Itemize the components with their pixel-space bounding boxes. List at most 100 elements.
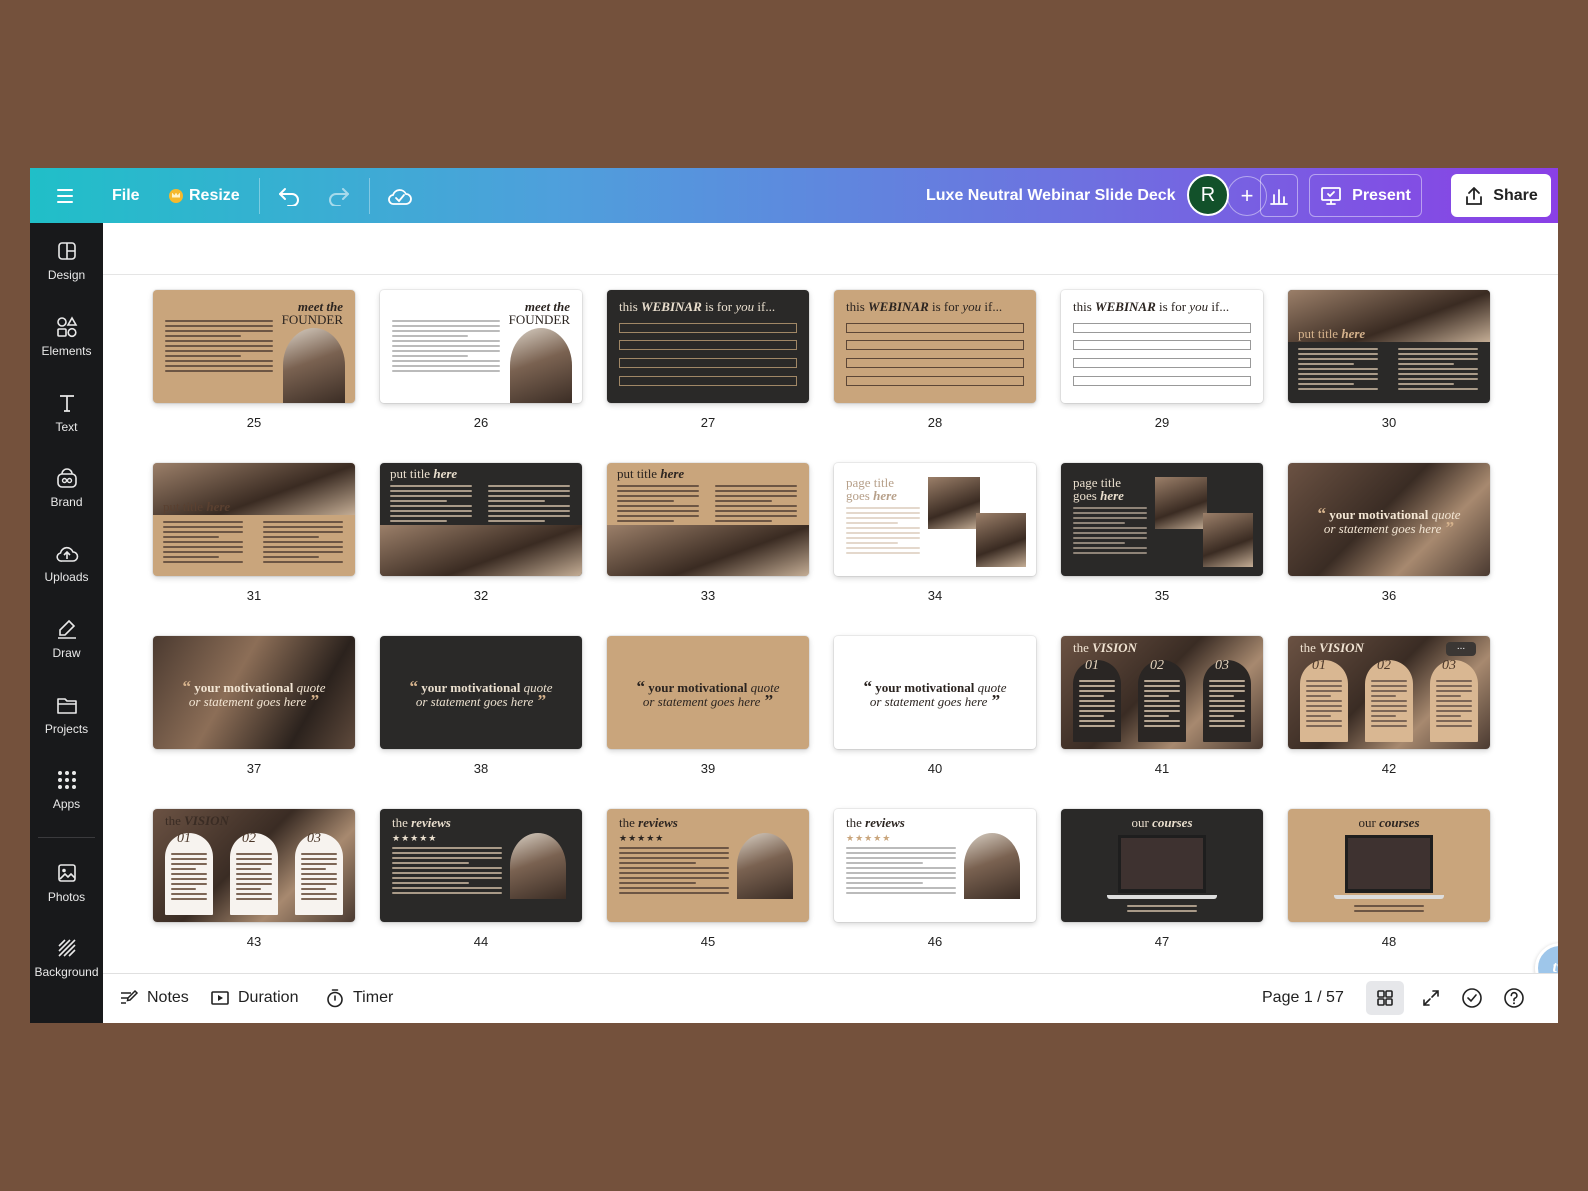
title-word: is for bbox=[932, 299, 960, 314]
text-line bbox=[165, 325, 273, 327]
help-icon bbox=[1504, 988, 1524, 1008]
duration-button[interactable]: Duration bbox=[210, 974, 298, 1022]
text-line bbox=[1209, 700, 1245, 702]
sidebar-item-background[interactable]: Background bbox=[30, 936, 103, 979]
reviewer-photo bbox=[510, 833, 566, 899]
slide-thumbnail[interactable]: meet the FOUNDER bbox=[380, 290, 582, 403]
uploads-icon bbox=[55, 541, 79, 565]
present-button[interactable]: Present bbox=[1309, 174, 1422, 217]
title-emphasis: reviews bbox=[411, 815, 451, 830]
notes-label: Notes bbox=[147, 989, 189, 1006]
sidebar-item-brand[interactable]: Brand bbox=[30, 466, 103, 509]
slide-title: put title here bbox=[617, 466, 684, 482]
vision-number: 03 bbox=[1442, 658, 1456, 673]
slide-thumbnail[interactable]: the reviews ★★★★★ bbox=[607, 809, 809, 922]
slide-thumbnail[interactable]: “ your motivational quote or statement go… bbox=[834, 636, 1036, 749]
insights-button[interactable] bbox=[1260, 174, 1298, 217]
slide-thumbnail[interactable]: this WEBINAR is for you if... bbox=[834, 290, 1036, 403]
file-menu-button[interactable]: File bbox=[112, 168, 140, 223]
text-line bbox=[163, 551, 243, 553]
body-text-lines bbox=[1371, 680, 1407, 730]
quote-line: your motivational bbox=[1329, 507, 1429, 522]
slide-thumbnail[interactable]: “ your motivational quote or statement go… bbox=[607, 636, 809, 749]
slide-thumbnail[interactable]: the VISION 01 02 03 bbox=[1061, 636, 1263, 749]
slide-thumbnail[interactable]: put title here bbox=[153, 463, 355, 576]
slide-thumbnail[interactable]: our courses bbox=[1061, 809, 1263, 922]
slide-thumbnail[interactable]: the reviews ★★★★★ bbox=[834, 809, 1036, 922]
undo-button[interactable] bbox=[278, 168, 300, 223]
slide-thumbnail[interactable]: the VISION 01 02 03 bbox=[153, 809, 355, 922]
slide-title: meet the FOUNDER bbox=[509, 300, 570, 326]
text-line bbox=[390, 495, 472, 497]
checklist-bar bbox=[1073, 376, 1251, 386]
slide-thumbnail[interactable]: meet the FOUNDER bbox=[153, 290, 355, 403]
help-button[interactable] bbox=[1503, 974, 1525, 1022]
sidebar-item-projects[interactable]: Projects bbox=[30, 693, 103, 736]
slide-thumbnail[interactable]: this WEBINAR is for you if... bbox=[1061, 290, 1263, 403]
slide-thumbnail[interactable]: page title goes here bbox=[834, 463, 1036, 576]
slide-number: 44 bbox=[473, 934, 489, 949]
slide-thumbnail[interactable]: put title here bbox=[1288, 290, 1490, 403]
text-line bbox=[392, 330, 500, 332]
projects-icon bbox=[55, 693, 79, 717]
title-caps: FOUNDER bbox=[281, 312, 343, 327]
text-line bbox=[1079, 700, 1115, 702]
text-line bbox=[846, 877, 956, 879]
slide-thumbnail[interactable]: this WEBINAR is for you if... bbox=[607, 290, 809, 403]
sidebar-item-uploads[interactable]: Uploads bbox=[30, 541, 103, 584]
slide-thumbnail[interactable]: the reviews ★★★★★ bbox=[380, 809, 582, 922]
text-line bbox=[392, 892, 502, 894]
slide-thumbnail[interactable]: “ your motivational quote or statement go… bbox=[380, 636, 582, 749]
sidebar-item-text[interactable]: Text bbox=[30, 391, 103, 434]
sidebar-item-apps[interactable]: Apps bbox=[30, 768, 103, 811]
text-line bbox=[263, 536, 319, 538]
resize-button[interactable]: Resize bbox=[169, 168, 240, 223]
sidebar-item-photos[interactable]: Photos bbox=[30, 861, 103, 904]
slide-thumbnail[interactable]: “ your motivational quote or statement go… bbox=[153, 636, 355, 749]
timer-icon bbox=[327, 989, 343, 1008]
sidebar-item-elements[interactable]: Elements bbox=[30, 315, 103, 358]
text-line bbox=[715, 485, 797, 487]
slide-thumbnail[interactable]: the VISION 01 02 03... bbox=[1288, 636, 1490, 749]
title-emphasis: here bbox=[1100, 488, 1124, 503]
share-button[interactable]: Share bbox=[1451, 174, 1551, 217]
redo-button[interactable] bbox=[328, 168, 350, 223]
text-line bbox=[171, 878, 207, 880]
slide-number: 46 bbox=[927, 934, 943, 949]
title-word: our bbox=[1358, 815, 1376, 830]
text-line bbox=[1209, 710, 1245, 712]
fullscreen-button[interactable] bbox=[1421, 974, 1441, 1022]
slide-thumbnail[interactable]: page title goes here bbox=[1061, 463, 1263, 576]
close-quote-mark: ” bbox=[533, 691, 547, 710]
slide-number: 27 bbox=[700, 415, 716, 430]
bottom-toolbar: Notes Duration Timer Page 1 / 57 bbox=[103, 973, 1558, 1023]
title-emphasis: you bbox=[1189, 299, 1209, 314]
sidebar-item-design[interactable]: Design bbox=[30, 239, 103, 282]
timer-button[interactable]: Timer bbox=[325, 974, 393, 1022]
grid-icon bbox=[1377, 990, 1393, 1006]
slide-thumbnail[interactable]: our courses bbox=[1288, 809, 1490, 922]
document-title[interactable]: Luxe Neutral Webinar Slide Deck bbox=[926, 168, 1176, 223]
menu-icon[interactable] bbox=[56, 168, 74, 223]
slide-thumbnail[interactable]: put title here bbox=[607, 463, 809, 576]
slide-thumbnail[interactable]: “ your motivational quote or statement go… bbox=[1288, 463, 1490, 576]
text-line bbox=[1073, 522, 1125, 524]
text-line bbox=[846, 532, 920, 534]
check-button[interactable] bbox=[1461, 974, 1483, 1022]
grid-view-button[interactable] bbox=[1366, 981, 1404, 1015]
text-line bbox=[1371, 725, 1407, 727]
quote-line: or statement goes here bbox=[188, 694, 307, 709]
slide-thumbnail[interactable]: put title here bbox=[380, 463, 582, 576]
text-line bbox=[163, 531, 243, 533]
sidebar-item-draw[interactable]: Draw bbox=[30, 617, 103, 660]
body-text-lines bbox=[846, 847, 956, 897]
notes-button[interactable]: Notes bbox=[119, 974, 189, 1022]
quote-text: “ your motivational quote or statement go… bbox=[1288, 505, 1490, 536]
text-line bbox=[1371, 720, 1407, 722]
body-text-lines bbox=[171, 853, 207, 903]
quote-line: or statement goes here bbox=[869, 694, 988, 709]
title-emphasis: you bbox=[962, 299, 982, 314]
save-status-button[interactable] bbox=[387, 168, 413, 223]
user-avatar[interactable]: R bbox=[1187, 174, 1229, 216]
more-options-button[interactable]: ... bbox=[1446, 642, 1476, 656]
